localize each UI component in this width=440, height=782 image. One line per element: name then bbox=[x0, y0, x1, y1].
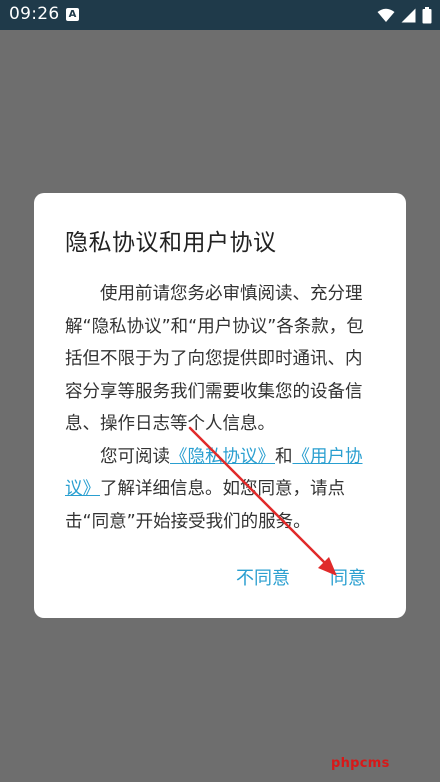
paragraph-text-and: 和 bbox=[275, 446, 293, 467]
watermark: phpcms bbox=[331, 756, 390, 771]
notification-app-icon: A bbox=[66, 8, 79, 21]
agree-button[interactable]: 同意 bbox=[330, 564, 366, 590]
dialog-actions: 不同意 同意 bbox=[236, 564, 366, 590]
dialog-paragraph-1: 使用前请您务必审慎阅读、充分理解“隐私协议”和“用户协议”各条款，包括但不限于为… bbox=[65, 284, 364, 434]
dialog-title: 隐私协议和用户协议 bbox=[65, 230, 277, 256]
status-time: 09:26 bbox=[9, 4, 60, 24]
dialog-body: 使用前请您务必审慎阅读、充分理解“隐私协议”和“用户协议”各条款，包括但不限于为… bbox=[65, 278, 365, 538]
privacy-agreement-link[interactable]: 《隐私协议》 bbox=[170, 447, 275, 467]
wifi-icon bbox=[377, 8, 395, 22]
dialog-paragraph-2: 您可阅读《隐私协议》和《用户协议》了解详细信息。如您同意，请点击“同意”开始接受… bbox=[65, 441, 365, 539]
privacy-dialog: 隐私协议和用户协议 使用前请您务必审慎阅读、充分理解“隐私协议”和“用户协议”各… bbox=[34, 193, 406, 618]
disagree-button[interactable]: 不同意 bbox=[236, 564, 290, 590]
paragraph-text-before: 您可阅读 bbox=[100, 446, 170, 467]
battery-icon bbox=[422, 6, 432, 23]
cellular-signal-icon bbox=[401, 8, 416, 22]
paragraph-text-after: 了解详细信息。如您同意，请点击“同意”开始接受我们的服务。 bbox=[65, 479, 345, 532]
status-icons bbox=[377, 6, 432, 24]
status-bar: 09:26 A bbox=[0, 0, 440, 30]
